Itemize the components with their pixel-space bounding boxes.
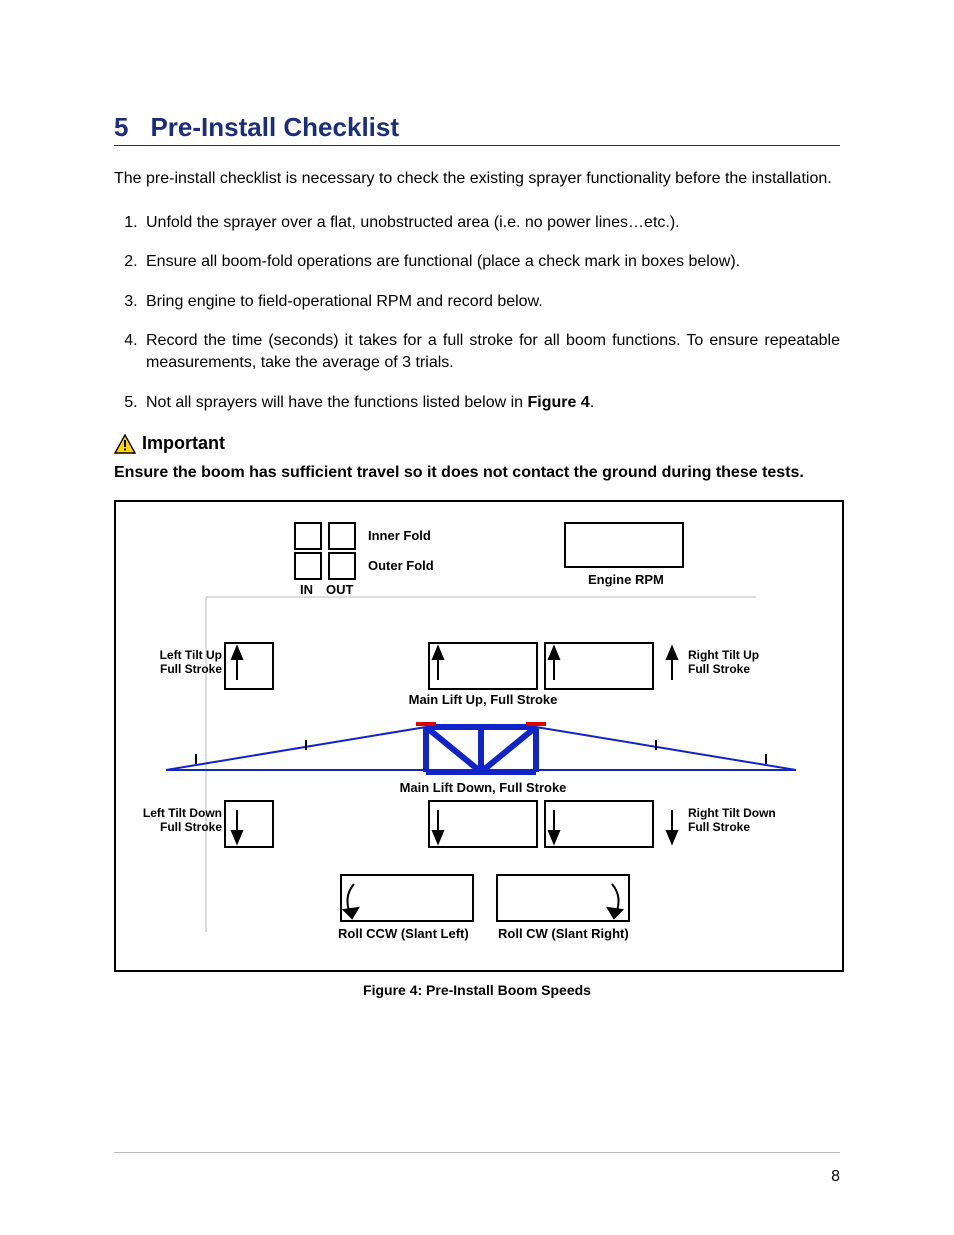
engine-rpm-field[interactable] <box>564 522 684 568</box>
step-3: Bring engine to field-operational RPM an… <box>142 291 840 313</box>
steps-list: Unfold the sprayer over a flat, unobstru… <box>114 212 840 414</box>
field-left-tilt-up[interactable] <box>224 642 274 690</box>
checkbox-inner-in[interactable] <box>294 522 322 550</box>
section-title: Pre-Install Checklist <box>150 112 399 143</box>
field-main-up[interactable] <box>428 642 538 690</box>
footer-rule <box>114 1152 840 1153</box>
important-heading-row: Important <box>114 433 840 454</box>
field-left-tilt-down[interactable] <box>224 800 274 848</box>
label-roll-cw: Roll CW (Slant Right) <box>498 926 629 941</box>
field-roll-ccw[interactable] <box>340 874 474 922</box>
field-right-tilt-up[interactable] <box>544 642 654 690</box>
label-right-tilt-up: Right Tilt Up Full Stroke <box>688 648 759 676</box>
step-1: Unfold the sprayer over a flat, unobstru… <box>142 212 840 234</box>
checkbox-outer-out[interactable] <box>328 552 356 580</box>
label-inner-fold: Inner Fold <box>368 528 431 543</box>
figure-caption: Figure 4: Pre-Install Boom Speeds <box>114 982 840 998</box>
label-in: IN <box>300 582 313 597</box>
field-right-tilt-down[interactable] <box>544 800 654 848</box>
label-left-tilt-up: Left Tilt Up Full Stroke <box>132 648 222 676</box>
step-2: Ensure all boom-fold operations are func… <box>142 251 840 273</box>
field-main-down[interactable] <box>428 800 538 848</box>
important-body: Ensure the boom has sufficient travel so… <box>114 462 840 484</box>
label-left-tilt-down: Left Tilt Down Full Stroke <box>120 806 222 834</box>
label-out: OUT <box>326 582 353 597</box>
label-outer-fold: Outer Fold <box>368 558 434 573</box>
checkbox-outer-in[interactable] <box>294 552 322 580</box>
section-number: 5 <box>114 112 128 143</box>
important-label: Important <box>142 433 225 454</box>
field-roll-cw[interactable] <box>496 874 630 922</box>
warning-icon <box>114 434 136 454</box>
label-main-down: Main Lift Down, Full Stroke <box>392 780 574 795</box>
step-4: Record the time (seconds) it takes for a… <box>142 330 840 373</box>
figure-ref: Figure 4 <box>528 394 590 411</box>
label-right-tilt-down: Right Tilt Down Full Stroke <box>688 806 776 834</box>
label-main-up: Main Lift Up, Full Stroke <box>398 692 568 707</box>
step-5-text: Not all sprayers will have the functions… <box>146 394 528 411</box>
page-number: 8 <box>831 1168 840 1186</box>
checkbox-inner-out[interactable] <box>328 522 356 550</box>
intro-paragraph: The pre-install checklist is necessary t… <box>114 168 840 190</box>
figure-box: Inner Fold Outer Fold IN OUT Engine RPM <box>114 500 844 972</box>
label-engine-rpm: Engine RPM <box>588 572 664 587</box>
label-roll-ccw: Roll CCW (Slant Left) <box>338 926 469 941</box>
step-5-tail: . <box>590 394 594 411</box>
section-heading: 5 Pre-Install Checklist <box>114 112 840 146</box>
step-5: Not all sprayers will have the functions… <box>142 392 840 414</box>
figure-svg <box>116 502 842 970</box>
